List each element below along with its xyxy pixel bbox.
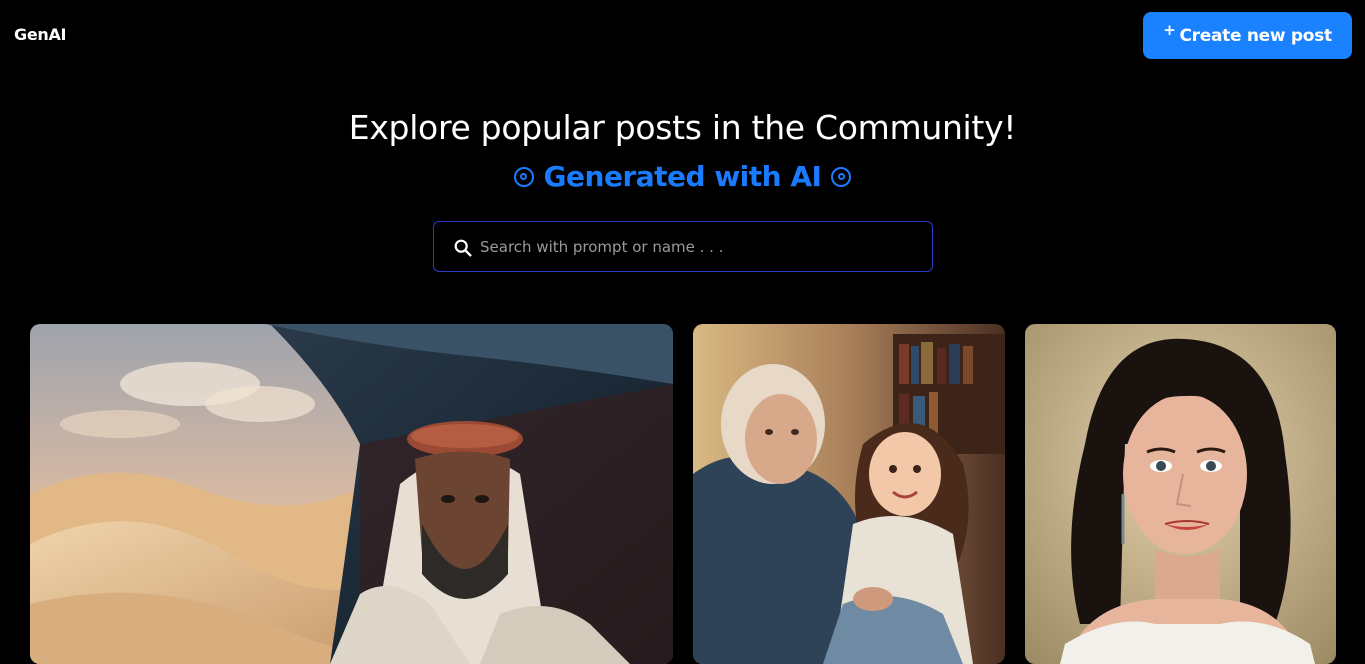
create-post-button[interactable]: + Create new post — [1143, 12, 1352, 59]
post-card[interactable] — [693, 324, 1005, 664]
page-title: Explore popular posts in the Community! — [348, 108, 1017, 147]
post-image — [693, 324, 1005, 664]
post-gallery — [0, 324, 1365, 664]
post-image — [30, 324, 673, 664]
post-image — [1025, 324, 1336, 664]
page-subtitle: Generated with AI — [0, 160, 1365, 193]
app-logo[interactable]: GenAI — [14, 25, 67, 44]
create-post-label: Create new post — [1179, 25, 1332, 46]
navbar: GenAI + Create new post — [0, 0, 1365, 72]
target-icon — [831, 166, 852, 187]
search-bar — [433, 221, 933, 272]
search-icon — [454, 239, 472, 257]
plus-icon: + — [1163, 20, 1176, 39]
target-icon — [513, 166, 534, 187]
post-card[interactable] — [30, 324, 673, 664]
post-card[interactable] — [1025, 324, 1336, 664]
subtitle-text: Generated with AI — [543, 160, 822, 193]
search-input[interactable] — [480, 222, 920, 271]
